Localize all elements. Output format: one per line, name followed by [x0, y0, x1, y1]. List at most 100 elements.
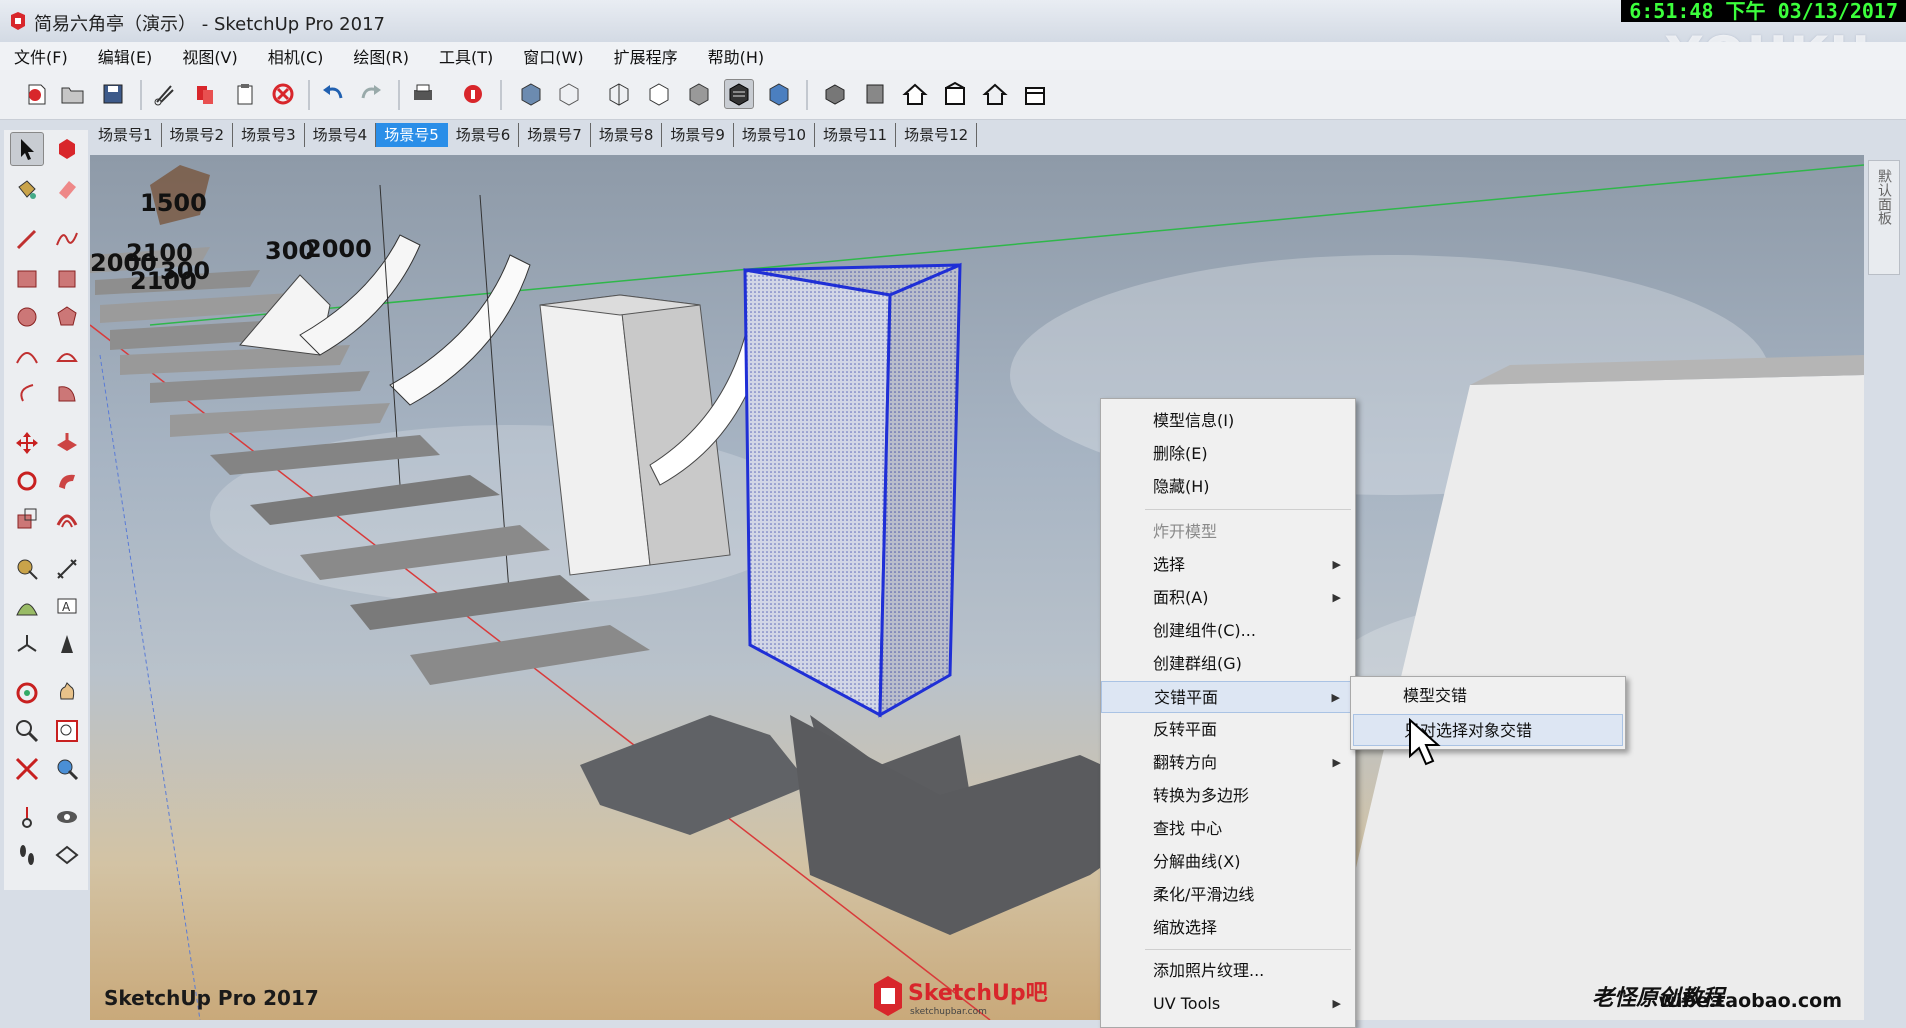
paste-icon[interactable]: [230, 79, 260, 109]
menu-camera[interactable]: 相机(C): [264, 42, 328, 70]
menu-extensions[interactable]: 扩展程序: [610, 42, 682, 70]
ctx-delete[interactable]: 删除(E): [1101, 438, 1355, 470]
ctx-zoom-selection[interactable]: 缩放选择: [1101, 912, 1355, 944]
zoom-extents-icon[interactable]: [10, 752, 44, 786]
new-file-icon[interactable]: [22, 79, 52, 109]
front-view-icon[interactable]: [900, 79, 930, 109]
two-point-arc-icon[interactable]: [50, 338, 84, 372]
xray-style-icon[interactable]: [516, 79, 546, 109]
ctx-soften-edges[interactable]: 柔化/平滑边线: [1101, 879, 1355, 911]
circle-tool-icon[interactable]: [10, 300, 44, 334]
shaded-textures-style-icon[interactable]: [724, 79, 754, 109]
menu-draw[interactable]: 绘图(R): [349, 42, 413, 70]
ctx-explode-curve[interactable]: 分解曲线(X): [1101, 846, 1355, 878]
ctx-convert-to-polygon[interactable]: 转换为多边形: [1101, 780, 1355, 812]
ctx-intersect-faces[interactable]: 交错平面 ▶: [1101, 681, 1355, 713]
erase-icon[interactable]: [268, 79, 298, 109]
eraser-icon[interactable]: [50, 172, 84, 206]
ctx-uv-tools[interactable]: UV Tools ▶: [1101, 988, 1355, 1020]
tab-scene-10[interactable]: 场景号10: [734, 123, 816, 147]
menu-view[interactable]: 视图(V): [178, 42, 241, 70]
make-component-icon[interactable]: [50, 132, 84, 166]
axes-tool-icon[interactable]: [10, 628, 44, 662]
ctx-model-info[interactable]: 模型信息(I): [1101, 405, 1355, 437]
3d-text-icon[interactable]: [50, 628, 84, 662]
wireframe-style-icon[interactable]: [604, 79, 634, 109]
cut-icon[interactable]: [150, 79, 180, 109]
open-folder-icon[interactable]: [58, 79, 88, 109]
tab-scene-12[interactable]: 场景号12: [896, 123, 978, 147]
polygon-tool-icon[interactable]: [50, 300, 84, 334]
push-pull-icon[interactable]: [50, 426, 84, 460]
default-tray-tab[interactable]: 默认面板: [1868, 160, 1900, 275]
menu-help[interactable]: 帮助(H): [704, 42, 769, 70]
ctx-make-component[interactable]: 创建组件(C)...: [1101, 615, 1355, 647]
tab-scene-7[interactable]: 场景号7: [519, 123, 591, 147]
ctx-make-group[interactable]: 创建群组(G): [1101, 648, 1355, 680]
top-view-icon[interactable]: [860, 79, 890, 109]
ctx-reverse-faces[interactable]: 反转平面: [1101, 714, 1355, 746]
offset-tool-icon[interactable]: [50, 502, 84, 536]
freehand-tool-icon[interactable]: [50, 222, 84, 256]
ctx-flip-along[interactable]: 翻转方向 ▶: [1101, 747, 1355, 779]
ctx-area[interactable]: 面积(A) ▶: [1101, 582, 1355, 614]
ctx-add-photo-texture[interactable]: 添加照片纹理...: [1101, 955, 1355, 987]
right-view-icon[interactable]: [940, 79, 970, 109]
hidden-line-style-icon[interactable]: [644, 79, 674, 109]
sub-intersect-selected[interactable]: 只对选择对象交错: [1353, 714, 1623, 746]
tab-scene-4[interactable]: 场景号4: [305, 123, 377, 147]
ctx-hide[interactable]: 隐藏(H): [1101, 471, 1355, 503]
rectangle-tool-icon[interactable]: [10, 262, 44, 296]
menu-edit[interactable]: 编辑(E): [94, 42, 157, 70]
scale-tool-icon[interactable]: [10, 502, 44, 536]
select-tool-icon[interactable]: [10, 132, 44, 166]
zoom-tool-icon[interactable]: [10, 714, 44, 748]
monochrome-style-icon[interactable]: [764, 79, 794, 109]
walk-tool-icon[interactable]: [10, 838, 44, 872]
tab-scene-2[interactable]: 场景号2: [162, 123, 234, 147]
left-view-icon[interactable]: [1020, 79, 1050, 109]
protractor-icon[interactable]: [10, 590, 44, 624]
line-tool-icon[interactable]: [10, 222, 44, 256]
tab-scene-6[interactable]: 场景号6: [448, 123, 520, 147]
tab-scene-3[interactable]: 场景号3: [233, 123, 305, 147]
model-info-icon[interactable]: [458, 79, 488, 109]
menu-tools[interactable]: 工具(T): [435, 42, 497, 70]
tape-measure-icon[interactable]: [10, 552, 44, 586]
back-edges-style-icon[interactable]: [554, 79, 584, 109]
tab-scene-5[interactable]: 场景号5: [376, 123, 448, 147]
redo-icon[interactable]: [356, 79, 386, 109]
move-tool-icon[interactable]: [10, 426, 44, 460]
tab-scene-8[interactable]: 场景号8: [591, 123, 663, 147]
menu-window[interactable]: 窗口(W): [519, 42, 587, 70]
orbit-tool-icon[interactable]: [10, 676, 44, 710]
tab-scene-1[interactable]: 场景号1: [90, 123, 162, 147]
undo-icon[interactable]: [318, 79, 348, 109]
iso-view-icon[interactable]: [820, 79, 850, 109]
shaded-style-icon[interactable]: [684, 79, 714, 109]
arc-tool-icon[interactable]: [10, 338, 44, 372]
follow-me-icon[interactable]: [50, 464, 84, 498]
ctx-select[interactable]: 选择 ▶: [1101, 549, 1355, 581]
ctx-find-center[interactable]: 查找 中心: [1101, 813, 1355, 845]
back-view-icon[interactable]: [980, 79, 1010, 109]
save-icon[interactable]: [98, 79, 128, 109]
sub-intersect-with-model[interactable]: 模型交错: [1353, 680, 1623, 712]
three-point-arc-icon[interactable]: [10, 376, 44, 410]
zoom-window-icon[interactable]: [50, 714, 84, 748]
position-camera-icon[interactable]: [10, 800, 44, 834]
paint-bucket-icon[interactable]: [10, 172, 44, 206]
copy-icon[interactable]: [190, 79, 220, 109]
section-plane-icon[interactable]: [50, 838, 84, 872]
rotated-rectangle-icon[interactable]: [50, 262, 84, 296]
rotate-tool-icon[interactable]: [10, 464, 44, 498]
dimension-tool-icon[interactable]: [50, 552, 84, 586]
look-around-icon[interactable]: [50, 800, 84, 834]
menu-file[interactable]: 文件(F): [10, 42, 72, 70]
tab-scene-11[interactable]: 场景号11: [815, 123, 897, 147]
pie-tool-icon[interactable]: [50, 376, 84, 410]
previous-view-icon[interactable]: [50, 752, 84, 786]
text-tool-icon[interactable]: A: [50, 590, 84, 624]
tab-scene-9[interactable]: 场景号9: [662, 123, 734, 147]
print-icon[interactable]: [408, 79, 438, 109]
